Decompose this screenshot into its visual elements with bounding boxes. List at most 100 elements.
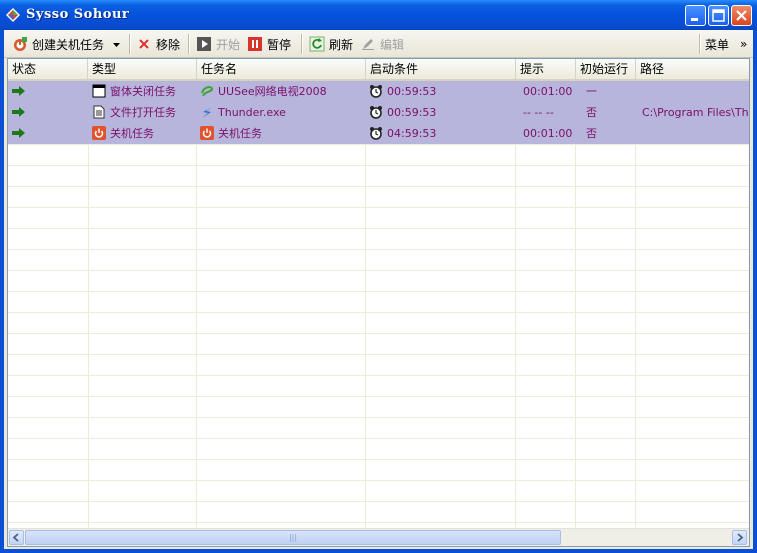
scroll-thumb[interactable]: ||| (25, 530, 561, 545)
grid-line (635, 81, 636, 530)
close-icon (736, 10, 747, 21)
start-button[interactable]: 开始 (196, 34, 240, 54)
grid-line (8, 144, 749, 145)
pause-button[interactable]: 暂停 (247, 34, 291, 54)
path-cell (638, 81, 749, 102)
window-icon (92, 84, 106, 98)
grid-line (8, 228, 749, 229)
toolbar-overflow-button[interactable]: » (740, 34, 747, 54)
toolbar-separator (699, 34, 700, 54)
scroll-left-button[interactable] (9, 530, 24, 545)
grid-line (88, 81, 89, 530)
menu-button[interactable]: 菜单 (705, 34, 729, 54)
column-header-type[interactable]: 类型 (88, 59, 197, 79)
edit-button[interactable]: 编辑 (360, 34, 404, 54)
power-icon (200, 126, 214, 140)
column-header-status[interactable]: 状态 (8, 59, 88, 79)
grid-line (8, 459, 749, 460)
condition-cell: 00:59:53 (365, 102, 515, 123)
type-cell: 文件打开任务 (88, 102, 196, 123)
grid-line (8, 480, 749, 481)
column-header-hint[interactable]: 提示 (516, 59, 576, 79)
condition-label: 04:59:53 (387, 127, 437, 140)
column-header-initial-run[interactable]: 初始运行 (576, 59, 636, 79)
grid-line (8, 417, 749, 418)
initial-run-cell: 否 (586, 106, 597, 119)
toolbar-separator (129, 34, 130, 54)
toolbar: 创建关机任务 移除 开始 暂停 刷新 编辑 菜单 » (4, 30, 753, 58)
refresh-button[interactable]: 刷新 (309, 34, 353, 54)
initial-run-cell: 一 (586, 85, 597, 98)
menu-label: 菜单 (705, 37, 730, 52)
close-button[interactable] (731, 5, 752, 26)
hint-cell: 00:01:00 (523, 127, 573, 140)
scroll-grip: ||| (288, 533, 298, 542)
task-name-label: UUSee网络电视2008 (218, 85, 327, 98)
pause-icon (248, 37, 262, 51)
app-window: Sysso Sohour 创建关机任务 移除 开始 暂停 刷新 编辑 菜单 » … (0, 0, 757, 553)
task-name-label: Thunder.exe (218, 106, 286, 119)
minimize-button[interactable] (685, 5, 706, 26)
chevron-right-icon (737, 533, 744, 542)
grid-line (575, 81, 576, 530)
grid-line (8, 375, 749, 376)
start-label: 开始 (216, 37, 241, 52)
condition-cell: 00:59:53 (365, 81, 515, 102)
grid-line (8, 354, 749, 355)
pause-label: 暂停 (267, 37, 292, 52)
remove-icon (139, 39, 149, 49)
column-header-task-name[interactable]: 任务名 (197, 59, 366, 79)
create-shutdown-task-button[interactable]: 创建关机任务 (12, 34, 121, 54)
title-bar[interactable]: Sysso Sohour (0, 0, 757, 30)
arrow-right-icon (12, 86, 25, 96)
table-row[interactable]: 窗体关闭任务 UUSee网络电视2008 00:59:53 00:01:00 一 (8, 81, 749, 102)
app-logo-icon (6, 8, 20, 22)
hint-cell: 00:01:00 (523, 85, 573, 98)
horizontal-scrollbar[interactable]: ||| (8, 528, 749, 546)
grid-line (8, 438, 749, 439)
chevron-left-icon (12, 533, 19, 542)
client-area: 创建关机任务 移除 开始 暂停 刷新 编辑 菜单 » 状态 类型 任务名 启动条… (4, 30, 753, 549)
chevron-right-icon: » (740, 37, 748, 51)
arrow-right-icon (12, 107, 25, 117)
initial-run-cell: 否 (586, 127, 597, 140)
thunder-icon (202, 107, 212, 118)
remove-label: 移除 (156, 37, 181, 52)
column-header-path[interactable]: 路径 (636, 59, 749, 79)
grid-line (8, 501, 749, 502)
type-cell: 关机任务 (88, 123, 196, 144)
type-cell: 窗体关闭任务 (88, 81, 196, 102)
list-header: 状态 类型 任务名 启动条件 提示 初始运行 路径 (8, 59, 749, 81)
toolbar-separator (301, 34, 302, 54)
column-header-start-condition[interactable]: 启动条件 (366, 59, 516, 79)
type-label: 关机任务 (110, 127, 154, 140)
table-row[interactable]: 文件打开任务 Thunder.exe 00:59:53 -- -- -- 否 C… (8, 102, 749, 123)
alarm-clock-icon (370, 85, 382, 98)
grid-line (8, 312, 749, 313)
remove-button[interactable]: 移除 (136, 34, 180, 54)
maximize-button[interactable] (708, 5, 729, 26)
status-cell (8, 81, 88, 102)
minimize-icon (691, 18, 698, 21)
type-label: 文件打开任务 (110, 106, 176, 119)
create-task-icon (14, 37, 27, 51)
document-icon (93, 105, 105, 119)
condition-label: 00:59:53 (387, 85, 437, 98)
status-cell (8, 102, 88, 123)
grid-line (196, 81, 197, 530)
grid-line (8, 207, 749, 208)
chevron-down-icon[interactable] (112, 40, 121, 49)
scroll-right-button[interactable] (732, 530, 747, 545)
task-name-cell: Thunder.exe (196, 102, 365, 123)
task-name-cell: UUSee网络电视2008 (196, 81, 365, 102)
type-label: 窗体关闭任务 (110, 85, 176, 98)
uusee-icon (201, 86, 214, 97)
condition-label: 00:59:53 (387, 106, 437, 119)
window-title: Sysso Sohour (26, 7, 130, 22)
grid-line (8, 270, 749, 271)
edit-icon (362, 39, 374, 50)
grid-line (365, 81, 366, 530)
task-list[interactable]: 状态 类型 任务名 启动条件 提示 初始运行 路径 窗体关闭任务 UUSee网络… (7, 58, 750, 547)
status-cell (8, 123, 88, 144)
table-row[interactable]: 关机任务 关机任务 04:59:53 00:01:00 否 (8, 123, 749, 144)
